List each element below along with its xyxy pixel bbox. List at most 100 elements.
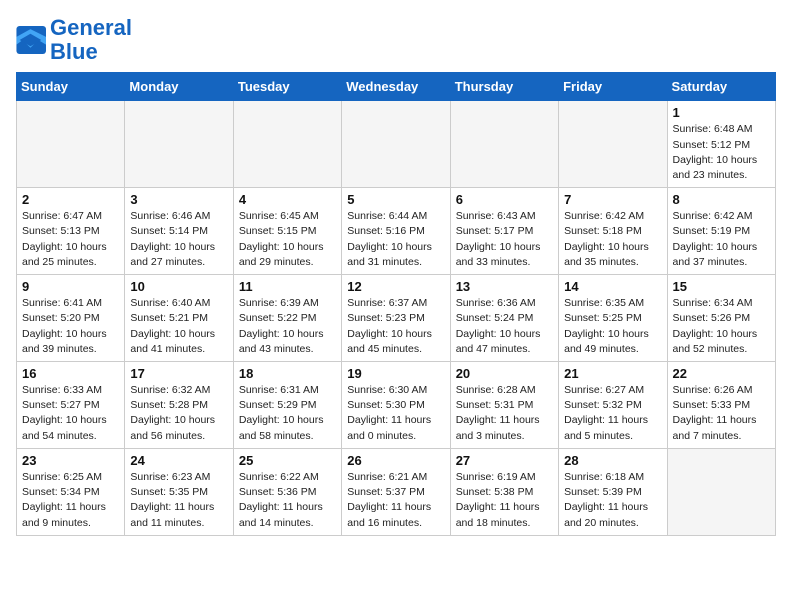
day-number: 4 bbox=[239, 192, 336, 207]
calendar-cell: 23 Sunrise: 6:25 AM Sunset: 5:34 PM Dayli… bbox=[17, 448, 125, 535]
calendar-cell bbox=[559, 101, 667, 188]
calendar-cell: 21Sunrise: 6:27 AM Sunset: 5:32 PM Dayli… bbox=[559, 362, 667, 449]
day-detail: Sunrise: 6:42 AM Sunset: 5:18 PM Dayligh… bbox=[564, 209, 661, 270]
day-number: 3 bbox=[130, 192, 227, 207]
day-number: 9 bbox=[22, 279, 119, 294]
col-header-thursday: Thursday bbox=[450, 73, 558, 101]
day-number: 2 bbox=[22, 192, 119, 207]
day-detail: Sunrise: 6:40 AM Sunset: 5:21 PM Dayligh… bbox=[130, 296, 227, 357]
col-header-sunday: Sunday bbox=[17, 73, 125, 101]
day-number: 13 bbox=[456, 279, 553, 294]
col-header-tuesday: Tuesday bbox=[233, 73, 341, 101]
calendar-cell: 6Sunrise: 6:43 AM Sunset: 5:17 PM Daylig… bbox=[450, 188, 558, 275]
day-detail: Sunrise: 6:28 AM Sunset: 5:31 PM Dayligh… bbox=[456, 383, 553, 444]
day-number: 5 bbox=[347, 192, 444, 207]
day-detail: Sunrise: 6:25 AM Sunset: 5:34 PM Dayligh… bbox=[22, 470, 119, 531]
day-number: 27 bbox=[456, 453, 553, 468]
calendar-cell: 27 Sunrise: 6:19 AM Sunset: 5:38 PM Dayli… bbox=[450, 448, 558, 535]
calendar-cell: 19 Sunrise: 6:30 AM Sunset: 5:30 PM Dayli… bbox=[342, 362, 450, 449]
day-detail: Sunrise: 6:19 AM Sunset: 5:38 PM Dayligh… bbox=[456, 470, 553, 531]
calendar-cell: 12 Sunrise: 6:37 AM Sunset: 5:23 PM Dayli… bbox=[342, 275, 450, 362]
day-number: 6 bbox=[456, 192, 553, 207]
day-detail: Sunrise: 6:36 AM Sunset: 5:24 PM Dayligh… bbox=[456, 296, 553, 357]
day-detail: Sunrise: 6:35 AM Sunset: 5:25 PM Dayligh… bbox=[564, 296, 661, 357]
day-detail: Sunrise: 6:39 AM Sunset: 5:22 PM Dayligh… bbox=[239, 296, 336, 357]
week-row-1: 1Sunrise: 6:48 AM Sunset: 5:12 PM Daylig… bbox=[17, 101, 776, 188]
calendar-cell bbox=[450, 101, 558, 188]
col-header-friday: Friday bbox=[559, 73, 667, 101]
week-row-5: 23 Sunrise: 6:25 AM Sunset: 5:34 PM Dayli… bbox=[17, 448, 776, 535]
calendar-cell: 26 Sunrise: 6:21 AM Sunset: 5:37 PM Dayli… bbox=[342, 448, 450, 535]
calendar-cell: 8Sunrise: 6:42 AM Sunset: 5:19 PM Daylig… bbox=[667, 188, 775, 275]
calendar-cell: 2 Sunrise: 6:47 AM Sunset: 5:13 PM Daylig… bbox=[17, 188, 125, 275]
calendar-cell: 7 Sunrise: 6:42 AM Sunset: 5:18 PM Daylig… bbox=[559, 188, 667, 275]
calendar-cell bbox=[342, 101, 450, 188]
calendar-cell: 16 Sunrise: 6:33 AM Sunset: 5:27 PM Dayli… bbox=[17, 362, 125, 449]
day-detail: Sunrise: 6:33 AM Sunset: 5:27 PM Dayligh… bbox=[22, 383, 119, 444]
day-detail: Sunrise: 6:30 AM Sunset: 5:30 PM Dayligh… bbox=[347, 383, 444, 444]
day-detail: Sunrise: 6:21 AM Sunset: 5:37 PM Dayligh… bbox=[347, 470, 444, 531]
calendar-cell: 20Sunrise: 6:28 AM Sunset: 5:31 PM Dayli… bbox=[450, 362, 558, 449]
calendar-cell: 18 Sunrise: 6:31 AM Sunset: 5:29 PM Dayli… bbox=[233, 362, 341, 449]
calendar-cell: 13 Sunrise: 6:36 AM Sunset: 5:24 PM Dayli… bbox=[450, 275, 558, 362]
day-number: 18 bbox=[239, 366, 336, 381]
week-row-3: 9 Sunrise: 6:41 AM Sunset: 5:20 PM Daylig… bbox=[17, 275, 776, 362]
day-detail: Sunrise: 6:47 AM Sunset: 5:13 PM Dayligh… bbox=[22, 209, 119, 270]
day-number: 23 bbox=[22, 453, 119, 468]
day-detail: Sunrise: 6:22 AM Sunset: 5:36 PM Dayligh… bbox=[239, 470, 336, 531]
calendar-cell: 3 Sunrise: 6:46 AM Sunset: 5:14 PM Daylig… bbox=[125, 188, 233, 275]
week-row-4: 16 Sunrise: 6:33 AM Sunset: 5:27 PM Dayli… bbox=[17, 362, 776, 449]
day-number: 14 bbox=[564, 279, 661, 294]
day-detail: Sunrise: 6:23 AM Sunset: 5:35 PM Dayligh… bbox=[130, 470, 227, 531]
calendar-cell bbox=[125, 101, 233, 188]
calendar-cell: 25 Sunrise: 6:22 AM Sunset: 5:36 PM Dayli… bbox=[233, 448, 341, 535]
day-number: 24 bbox=[130, 453, 227, 468]
col-header-wednesday: Wednesday bbox=[342, 73, 450, 101]
calendar-cell: 1Sunrise: 6:48 AM Sunset: 5:12 PM Daylig… bbox=[667, 101, 775, 188]
calendar-cell: 4 Sunrise: 6:45 AM Sunset: 5:15 PM Daylig… bbox=[233, 188, 341, 275]
calendar-cell: 28Sunrise: 6:18 AM Sunset: 5:39 PM Dayli… bbox=[559, 448, 667, 535]
calendar-cell: 9 Sunrise: 6:41 AM Sunset: 5:20 PM Daylig… bbox=[17, 275, 125, 362]
day-detail: Sunrise: 6:41 AM Sunset: 5:20 PM Dayligh… bbox=[22, 296, 119, 357]
logo-icon bbox=[16, 26, 48, 54]
header: General Blue bbox=[16, 16, 776, 64]
day-number: 22 bbox=[673, 366, 770, 381]
day-number: 25 bbox=[239, 453, 336, 468]
day-number: 10 bbox=[130, 279, 227, 294]
day-detail: Sunrise: 6:31 AM Sunset: 5:29 PM Dayligh… bbox=[239, 383, 336, 444]
day-detail: Sunrise: 6:27 AM Sunset: 5:32 PM Dayligh… bbox=[564, 383, 661, 444]
calendar-header-row: SundayMondayTuesdayWednesdayThursdayFrid… bbox=[17, 73, 776, 101]
calendar-cell: 17 Sunrise: 6:32 AM Sunset: 5:28 PM Dayli… bbox=[125, 362, 233, 449]
day-detail: Sunrise: 6:46 AM Sunset: 5:14 PM Dayligh… bbox=[130, 209, 227, 270]
day-detail: Sunrise: 6:34 AM Sunset: 5:26 PM Dayligh… bbox=[673, 296, 770, 357]
day-detail: Sunrise: 6:44 AM Sunset: 5:16 PM Dayligh… bbox=[347, 209, 444, 270]
logo-general: General bbox=[50, 15, 132, 40]
calendar-cell: 22Sunrise: 6:26 AM Sunset: 5:33 PM Dayli… bbox=[667, 362, 775, 449]
calendar-cell bbox=[17, 101, 125, 188]
day-number: 28 bbox=[564, 453, 661, 468]
day-number: 11 bbox=[239, 279, 336, 294]
week-row-2: 2 Sunrise: 6:47 AM Sunset: 5:13 PM Daylig… bbox=[17, 188, 776, 275]
day-number: 16 bbox=[22, 366, 119, 381]
calendar-cell: 24 Sunrise: 6:23 AM Sunset: 5:35 PM Dayli… bbox=[125, 448, 233, 535]
calendar-cell: 15 Sunrise: 6:34 AM Sunset: 5:26 PM Dayli… bbox=[667, 275, 775, 362]
day-detail: Sunrise: 6:32 AM Sunset: 5:28 PM Dayligh… bbox=[130, 383, 227, 444]
calendar-table: SundayMondayTuesdayWednesdayThursdayFrid… bbox=[16, 72, 776, 535]
col-header-monday: Monday bbox=[125, 73, 233, 101]
day-number: 8 bbox=[673, 192, 770, 207]
col-header-saturday: Saturday bbox=[667, 73, 775, 101]
day-number: 26 bbox=[347, 453, 444, 468]
logo-blue: Blue bbox=[50, 39, 98, 64]
calendar-cell: 5 Sunrise: 6:44 AM Sunset: 5:16 PM Daylig… bbox=[342, 188, 450, 275]
calendar-cell: 11 Sunrise: 6:39 AM Sunset: 5:22 PM Dayli… bbox=[233, 275, 341, 362]
day-number: 15 bbox=[673, 279, 770, 294]
day-number: 12 bbox=[347, 279, 444, 294]
day-detail: Sunrise: 6:45 AM Sunset: 5:15 PM Dayligh… bbox=[239, 209, 336, 270]
calendar-cell bbox=[667, 448, 775, 535]
day-number: 7 bbox=[564, 192, 661, 207]
day-number: 17 bbox=[130, 366, 227, 381]
calendar-cell: 10 Sunrise: 6:40 AM Sunset: 5:21 PM Dayli… bbox=[125, 275, 233, 362]
logo: General Blue bbox=[16, 16, 132, 64]
day-detail: Sunrise: 6:37 AM Sunset: 5:23 PM Dayligh… bbox=[347, 296, 444, 357]
day-number: 19 bbox=[347, 366, 444, 381]
